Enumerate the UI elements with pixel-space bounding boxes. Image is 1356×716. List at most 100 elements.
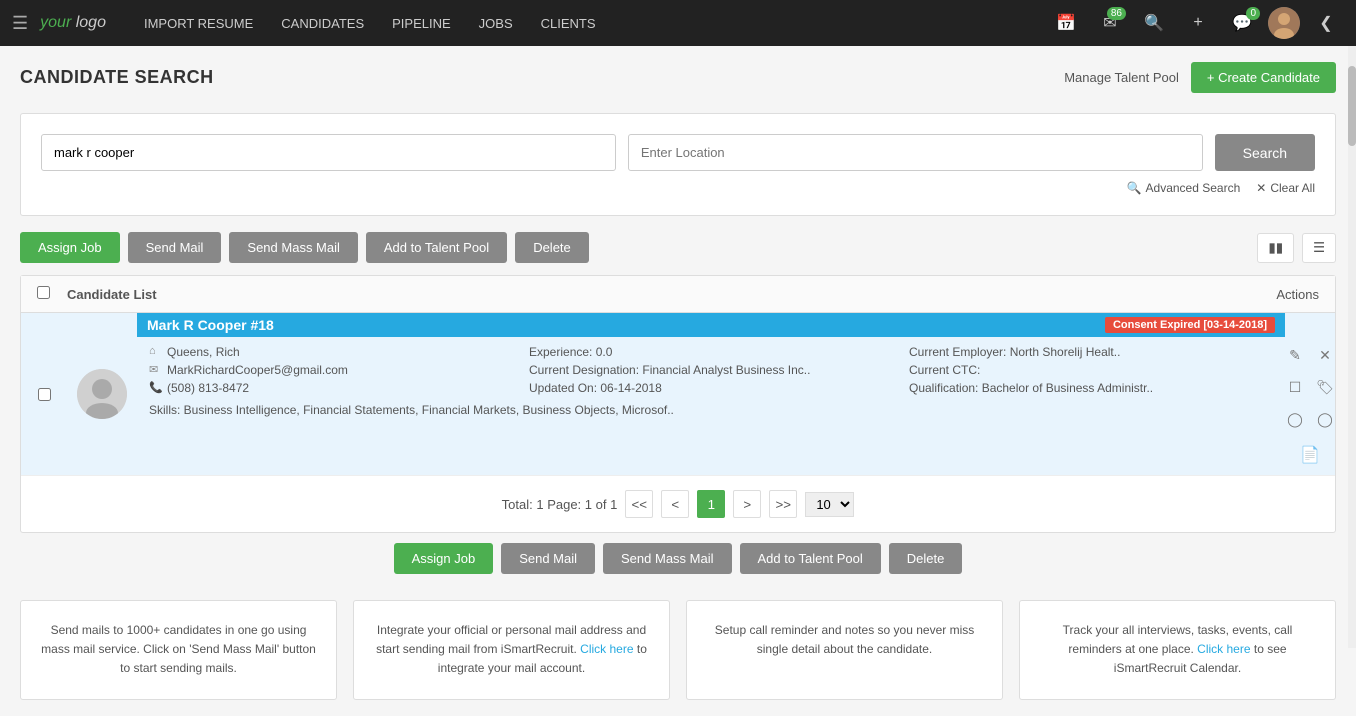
- pagination-prev[interactable]: <: [661, 490, 689, 518]
- candidate-qualification: Qualification: Bachelor of Business Admi…: [909, 381, 1273, 395]
- advanced-search-link[interactable]: 🔍 Advanced Search: [1127, 181, 1241, 195]
- row-checkbox-cell: [21, 313, 67, 475]
- nav-candidates[interactable]: CANDIDATES: [267, 0, 378, 46]
- candidate-designation: Current Designation: Financial Analyst B…: [529, 363, 893, 377]
- topnav-right: 📅 ✉ 86 🔍 + 💬 0 ❮: [1048, 5, 1344, 41]
- clear-all-link[interactable]: ✕ Clear All: [1256, 181, 1315, 195]
- assign-job-button-bottom[interactable]: Assign Job: [394, 543, 494, 574]
- send-mail-button-bottom[interactable]: Send Mail: [501, 543, 595, 574]
- pagination-bar: Total: 1 Page: 1 of 1 << < 1 > >> 10 25 …: [21, 476, 1335, 532]
- page-header: CANDIDATE SEARCH Manage Talent Pool + Cr…: [20, 62, 1336, 93]
- search-row: Search: [41, 134, 1315, 171]
- send-mass-mail-button-top[interactable]: Send Mass Mail: [229, 232, 357, 263]
- add-talent-pool-button-bottom[interactable]: Add to Talent Pool: [740, 543, 881, 574]
- clear-icon: ✕: [1256, 181, 1266, 195]
- delete-button-top[interactable]: Delete: [515, 232, 589, 263]
- candidate-search-input[interactable]: [41, 134, 616, 171]
- candidate-name-bar: Mark R Cooper #18 Consent Expired [03-14…: [137, 313, 1285, 337]
- search-options-icon: 🔍: [1127, 181, 1142, 195]
- delete-button-bottom[interactable]: Delete: [889, 543, 963, 574]
- table-header: Candidate List Actions: [21, 276, 1335, 313]
- pagination-next[interactable]: >: [733, 490, 761, 518]
- info-card-integrate-mail: Integrate your official or personal mail…: [353, 600, 670, 700]
- candidate-list-header: Candidate List: [67, 287, 1276, 302]
- list-view-button[interactable]: ☰: [1302, 233, 1336, 263]
- candidate-phone: 📞 (508) 813-8472: [149, 381, 513, 395]
- table-row: Mark R Cooper #18 Consent Expired [03-14…: [21, 313, 1335, 476]
- delete-candidate-button[interactable]: ✕: [1313, 343, 1337, 367]
- notification-count: 86: [1107, 7, 1126, 20]
- candidate-experience: Experience: 0.0: [529, 345, 893, 359]
- edit-candidate-button[interactable]: ✎: [1283, 343, 1307, 367]
- select-all-checkbox[interactable]: [37, 286, 50, 299]
- scrollbar-thumb[interactable]: [1348, 66, 1356, 146]
- header-checkbox-cell: [37, 286, 67, 302]
- nav-links: IMPORT RESUME CANDIDATES PIPELINE JOBS C…: [130, 0, 610, 46]
- top-action-bar: Assign Job Send Mail Send Mass Mail Add …: [20, 232, 1336, 263]
- manage-talent-pool-link[interactable]: Manage Talent Pool: [1064, 70, 1179, 85]
- reject-candidate-button[interactable]: ◯: [1313, 407, 1337, 431]
- candidate-email: ✉ MarkRichardCooper5@gmail.com: [149, 363, 513, 377]
- avatar: [77, 369, 127, 419]
- main-content: CANDIDATE SEARCH Manage Talent Pool + Cr…: [0, 46, 1356, 716]
- logo: your logo: [40, 14, 106, 32]
- search-links: 🔍 Advanced Search ✕ Clear All: [41, 181, 1315, 195]
- candidate-employer: Current Employer: North Shorelij Healt..: [909, 345, 1273, 359]
- nav-jobs[interactable]: JOBS: [465, 0, 527, 46]
- export-candidate-button[interactable]: 📄: [1298, 443, 1322, 467]
- location-input[interactable]: [628, 134, 1203, 171]
- info-cards: Send mails to 1000+ candidates in one go…: [20, 600, 1336, 700]
- candidate-name: Mark R Cooper #18: [147, 317, 274, 333]
- chat-count: 0: [1246, 7, 1260, 20]
- candidate-ctc: Current CTC:: [909, 363, 1273, 377]
- pagination-prev-prev[interactable]: <<: [625, 490, 653, 518]
- candidate-info: Mark R Cooper #18 Consent Expired [03-14…: [137, 313, 1285, 475]
- create-candidate-button[interactable]: + Create Candidate: [1191, 62, 1336, 93]
- search-area: Search 🔍 Advanced Search ✕ Clear All: [20, 113, 1336, 216]
- per-page-select[interactable]: 10 25 50: [805, 492, 854, 517]
- info-card-calendar: Track your all interviews, tasks, events…: [1019, 600, 1336, 700]
- search-button[interactable]: Search: [1215, 134, 1315, 171]
- pagination-next-next[interactable]: >>: [769, 490, 797, 518]
- send-mail-button-top[interactable]: Send Mail: [128, 232, 222, 263]
- top-navigation: ☰ your logo IMPORT RESUME CANDIDATES PIP…: [0, 0, 1356, 46]
- scrollbar-track: [1348, 46, 1356, 648]
- candidate-details: ⌂ Queens, Rich Experience: 0.0 Current E…: [149, 345, 1273, 417]
- chat-icon[interactable]: 💬 0: [1224, 5, 1260, 41]
- user-avatar[interactable]: [1268, 7, 1300, 39]
- assign-job-button-top[interactable]: Assign Job: [20, 232, 120, 263]
- hamburger-menu[interactable]: ☰: [12, 13, 28, 34]
- pagination-page-1[interactable]: 1: [697, 490, 725, 518]
- mail-icon: ✉: [149, 363, 163, 376]
- candidate-skills: Skills: Business Intelligence, Financial…: [149, 403, 1273, 417]
- nav-pipeline[interactable]: PIPELINE: [378, 0, 465, 46]
- home-icon: ⌂: [149, 345, 163, 357]
- per-page-selector: 10 25 50: [805, 492, 854, 517]
- expand-icon[interactable]: ❮: [1308, 5, 1344, 41]
- notifications-icon[interactable]: ✉ 86: [1092, 5, 1128, 41]
- send-mass-mail-button-bottom[interactable]: Send Mass Mail: [603, 543, 731, 574]
- page-header-right: Manage Talent Pool + Create Candidate: [1064, 62, 1336, 93]
- grid-view-button[interactable]: ▮▮: [1257, 233, 1294, 263]
- info-card-mass-mail: Send mails to 1000+ candidates in one go…: [20, 600, 337, 700]
- nav-clients[interactable]: CLIENTS: [527, 0, 610, 46]
- add-icon[interactable]: +: [1180, 5, 1216, 41]
- candidates-table: Candidate List Actions Mark R Cooper: [20, 275, 1336, 533]
- view-controls: ▮▮ ☰: [1257, 233, 1336, 263]
- add-talent-pool-button-top[interactable]: Add to Talent Pool: [366, 232, 507, 263]
- save-candidate-button[interactable]: ☐: [1283, 375, 1307, 399]
- bottom-action-bar: Assign Job Send Mail Send Mass Mail Add …: [20, 533, 1336, 584]
- approve-candidate-button[interactable]: ◯: [1283, 407, 1307, 431]
- search-icon[interactable]: 🔍: [1136, 5, 1172, 41]
- candidate-avatar-cell: [67, 313, 137, 475]
- tag-candidate-button[interactable]: 🏷: [1313, 375, 1337, 399]
- nav-import-resume[interactable]: IMPORT RESUME: [130, 0, 267, 46]
- calendar-link[interactable]: Click here: [1197, 642, 1250, 656]
- candidate-row-actions: ✎ ✕ ☐ 🏷 ◯ ◯ 📄: [1285, 313, 1335, 475]
- info-card-call-reminder: Setup call reminder and notes so you nev…: [686, 600, 1003, 700]
- integrate-mail-link[interactable]: Click here: [580, 642, 633, 656]
- candidate-checkbox[interactable]: [38, 388, 51, 401]
- candidate-location: ⌂ Queens, Rich: [149, 345, 513, 359]
- calendar-icon[interactable]: 📅: [1048, 5, 1084, 41]
- pagination-info: Total: 1 Page: 1 of 1: [502, 497, 618, 512]
